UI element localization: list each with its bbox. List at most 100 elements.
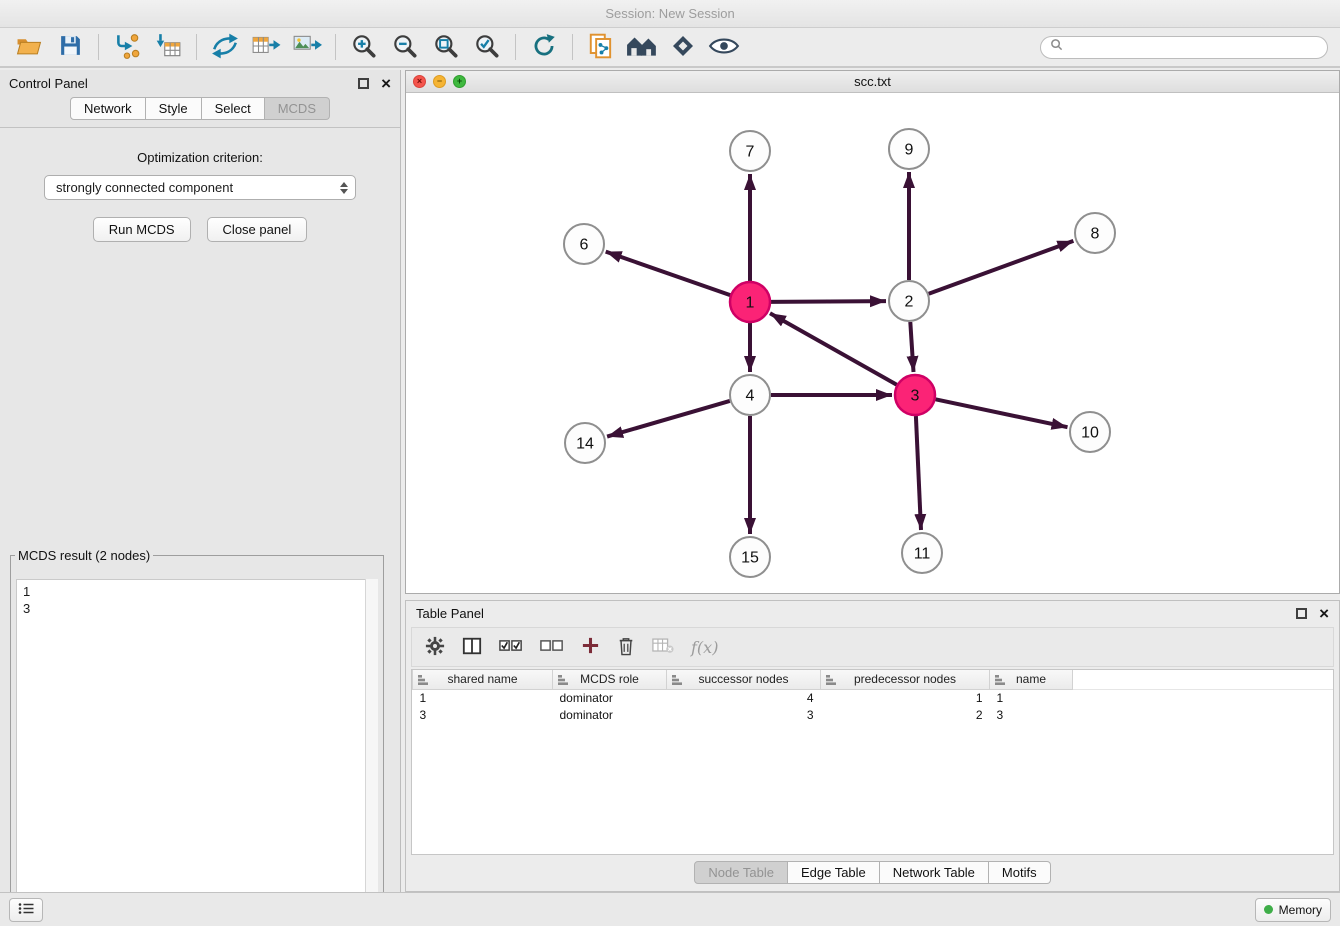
import-table-button[interactable] — [151, 31, 185, 63]
svg-text:1: 1 — [746, 295, 755, 312]
memory-button[interactable]: Memory — [1255, 898, 1331, 922]
close-panel-icon[interactable]: × — [381, 75, 391, 92]
table-cell[interactable]: 2 — [821, 706, 990, 723]
graph-node-2[interactable]: 2 — [889, 281, 929, 321]
table-cell[interactable]: 3 — [413, 706, 553, 723]
save-session-button[interactable] — [53, 31, 87, 63]
graph-node-6[interactable]: 6 — [564, 224, 604, 264]
search-input[interactable] — [1068, 40, 1318, 54]
zoom-fit-button[interactable] — [429, 31, 463, 63]
float-table-panel-icon[interactable] — [1296, 608, 1307, 619]
network-window-titlebar[interactable]: × − + scc.txt — [406, 71, 1339, 93]
graph-edge-3-11[interactable] — [916, 416, 921, 530]
graph-node-11[interactable]: 11 — [902, 533, 942, 573]
export-table-icon — [251, 32, 281, 63]
table-tab-node-table[interactable]: Node Table — [694, 861, 788, 884]
delete-columns-button[interactable] — [617, 636, 635, 659]
table-tab-motifs[interactable]: Motifs — [989, 861, 1051, 884]
delete-table-icon — [652, 637, 674, 657]
float-panel-icon[interactable] — [358, 78, 369, 89]
delete-table-button[interactable] — [652, 637, 674, 657]
add-column-button[interactable] — [581, 636, 600, 658]
show-panels-button[interactable] — [9, 898, 43, 922]
window-close-button[interactable]: × — [413, 75, 426, 88]
column-header-MCDS-role[interactable]: MCDS role — [553, 670, 667, 689]
column-header-shared-name[interactable]: shared name — [413, 670, 553, 689]
table-cell[interactable]: 1 — [821, 689, 990, 706]
table-tab-network-table[interactable]: Network Table — [880, 861, 989, 884]
table-settings-button[interactable] — [425, 636, 445, 659]
search-icon — [1050, 38, 1063, 56]
tab-network[interactable]: Network — [70, 97, 146, 120]
column-header-name[interactable]: name — [990, 670, 1073, 689]
graph-node-15[interactable]: 15 — [730, 537, 770, 577]
select-all-button[interactable] — [499, 638, 523, 656]
graph-node-1[interactable]: 1 — [730, 282, 770, 322]
export-image-button[interactable] — [290, 31, 324, 63]
close-panel-button[interactable]: Close panel — [207, 217, 308, 242]
graph-edge-3-10[interactable] — [936, 399, 1068, 427]
show-graphics-details-button[interactable] — [707, 31, 741, 63]
mcds-result-text[interactable]: 1 3 — [16, 579, 378, 926]
column-header-predecessor-nodes[interactable]: predecessor nodes — [821, 670, 990, 689]
tab-select[interactable]: Select — [202, 97, 265, 120]
graph-node-8[interactable]: 8 — [1075, 213, 1115, 253]
statusbar: Memory — [0, 892, 1340, 926]
split-view-button[interactable] — [462, 636, 482, 659]
refresh-view-button[interactable] — [527, 31, 561, 63]
graph-node-9[interactable]: 9 — [889, 129, 929, 169]
export-table-button[interactable] — [249, 31, 283, 63]
optimization-criterion-select[interactable]: strongly connected component — [44, 175, 356, 200]
table-cell[interactable]: 3 — [990, 706, 1073, 723]
run-mcds-button[interactable]: Run MCDS — [93, 217, 191, 242]
graph-edge-1-2[interactable] — [771, 301, 886, 302]
table-cell[interactable]: 3 — [667, 706, 821, 723]
column-header-successor-nodes[interactable]: successor nodes — [667, 670, 821, 689]
zoom-in-button[interactable] — [347, 31, 381, 63]
optimization-criterion-label: Optimization criterion: — [0, 150, 400, 165]
tab-style[interactable]: Style — [146, 97, 202, 120]
table-tab-edge-table[interactable]: Edge Table — [788, 861, 880, 884]
graph-node-7[interactable]: 7 — [730, 131, 770, 171]
open-session-button[interactable] — [12, 31, 46, 63]
window-zoom-button[interactable]: + — [453, 75, 466, 88]
table-cell[interactable]: 1 — [990, 689, 1073, 706]
window-minimize-button[interactable]: − — [433, 75, 446, 88]
apply-style-button[interactable] — [666, 31, 700, 63]
table-cell[interactable]: dominator — [553, 706, 667, 723]
select-chevrons-icon — [340, 182, 348, 194]
graph-edge-2-3[interactable] — [910, 322, 913, 372]
home-button[interactable] — [625, 31, 659, 63]
table-cell[interactable]: dominator — [553, 689, 667, 706]
graph-edge-2-8[interactable] — [929, 241, 1074, 294]
graph-edge-3-1[interactable] — [770, 313, 897, 384]
search-field[interactable] — [1040, 36, 1328, 59]
function-builder-button[interactable]: f(x) — [691, 638, 718, 657]
tab-mcds[interactable]: MCDS — [265, 97, 330, 120]
export-network-button[interactable] — [208, 31, 242, 63]
network-canvas[interactable]: 7 9 6 8 1 2 4 3 14 10 15 11 — [406, 93, 1339, 593]
import-network-button[interactable] — [110, 31, 144, 63]
table-row[interactable]: 1dominator411 — [413, 689, 1334, 706]
graph-edge-4-14[interactable] — [607, 401, 730, 437]
table-cell[interactable]: 1 — [413, 689, 553, 706]
graph-node-4[interactable]: 4 — [730, 375, 770, 415]
clone-network-button[interactable] — [584, 31, 618, 63]
zoom-out-button[interactable] — [388, 31, 422, 63]
table-row[interactable]: 3dominator323 — [413, 706, 1334, 723]
trash-icon — [617, 636, 635, 659]
table-cell[interactable]: 4 — [667, 689, 821, 706]
deselect-all-button[interactable] — [540, 638, 564, 656]
network-graph: 7 9 6 8 1 2 4 3 14 10 15 11 — [406, 93, 1339, 594]
window-titlebar[interactable]: Session: New Session — [0, 0, 1340, 28]
result-scrollbar[interactable] — [365, 579, 378, 926]
node-table-header-row: shared nameMCDS rolesuccessor nodesprede… — [413, 670, 1334, 689]
graph-node-14[interactable]: 14 — [565, 423, 605, 463]
graph-node-10[interactable]: 10 — [1070, 412, 1110, 452]
toolbar-separator — [572, 34, 573, 60]
style-brush-icon — [670, 33, 696, 62]
zoom-selected-button[interactable] — [470, 31, 504, 63]
graph-edge-1-6[interactable] — [606, 252, 731, 296]
close-table-panel-icon[interactable]: × — [1319, 605, 1329, 622]
graph-node-3[interactable]: 3 — [895, 375, 935, 415]
